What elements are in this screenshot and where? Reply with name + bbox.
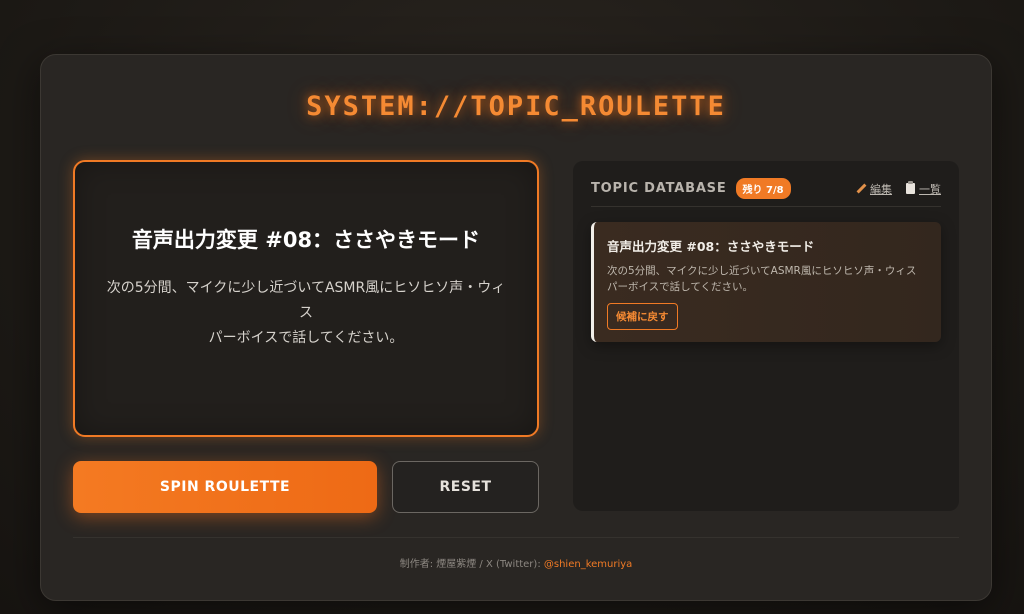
topic-title: 音声出力変更 #08：ささやきモード xyxy=(131,228,481,252)
topic-description: 次の5分間、マイクに少し近づいてASMR風にヒソヒソ声・ウィス パーボイスで話し… xyxy=(103,276,509,351)
reset-button[interactable]: RESET xyxy=(392,461,539,513)
remaining-count-badge: 残り 7/8 xyxy=(735,178,791,199)
footer-divider xyxy=(73,537,959,538)
topic-display: 音声出力変更 #08：ささやきモード 次の5分間、マイクに少し近づいてASMR風… xyxy=(73,160,539,437)
card-description-line-1: 次の5分間、マイクに少し近づいてASMR風にヒソヒソ声・ウィス xyxy=(607,265,917,277)
footer-credit: 制作者: 煙屋紫煙 / X (Twitter): xyxy=(399,559,544,570)
topic-database-panel: TOPIC DATABASE 残り 7/8 編集 一覧 音声出力変更 #08：さ… xyxy=(573,161,959,511)
clipboard-icon xyxy=(906,181,915,194)
drawn-topic-card: 音声出力変更 #08：ささやきモード 次の5分間、マイクに少し近づいてASMR風… xyxy=(591,222,941,342)
page-title: SYSTEM://TOPIC_ROULETTE xyxy=(306,91,726,122)
edit-link-label: 編集 xyxy=(870,182,892,196)
topic-description-line-1: 次の5分間、マイクに少し近づいてASMR風にヒソヒソ声・ウィス xyxy=(106,280,506,321)
topic-database-header: TOPIC DATABASE 残り 7/8 編集 一覧 xyxy=(591,161,941,207)
topic-database-title: TOPIC DATABASE xyxy=(591,181,727,196)
card-description-line-2: パーボイスで話してください。 xyxy=(607,281,754,293)
topic-description-line-2: パーボイスで話してください。 xyxy=(208,330,404,346)
footer: 制作者: 煙屋紫煙 / X (Twitter): @shien_kemuriya xyxy=(41,555,991,570)
card-title: 音声出力変更 #08：ささやきモード xyxy=(607,239,815,254)
return-to-candidates-button[interactable]: 候補に戻す xyxy=(607,303,678,330)
card-description: 次の5分間、マイクに少し近づいてASMR風にヒソヒソ声・ウィス パーボイスで話し… xyxy=(607,263,927,295)
list-link[interactable]: 一覧 xyxy=(906,181,941,197)
pencil-icon xyxy=(856,184,866,194)
edit-link[interactable]: 編集 xyxy=(856,181,892,197)
database-actions: 編集 一覧 xyxy=(856,181,941,197)
twitter-handle-link[interactable]: @shien_kemuriya xyxy=(544,559,632,570)
app-window: SYSTEM://TOPIC_ROULETTE 音声出力変更 #08：ささやきモ… xyxy=(40,54,992,601)
spin-roulette-button[interactable]: SPIN ROULETTE xyxy=(73,461,377,513)
list-link-label: 一覧 xyxy=(919,182,941,196)
